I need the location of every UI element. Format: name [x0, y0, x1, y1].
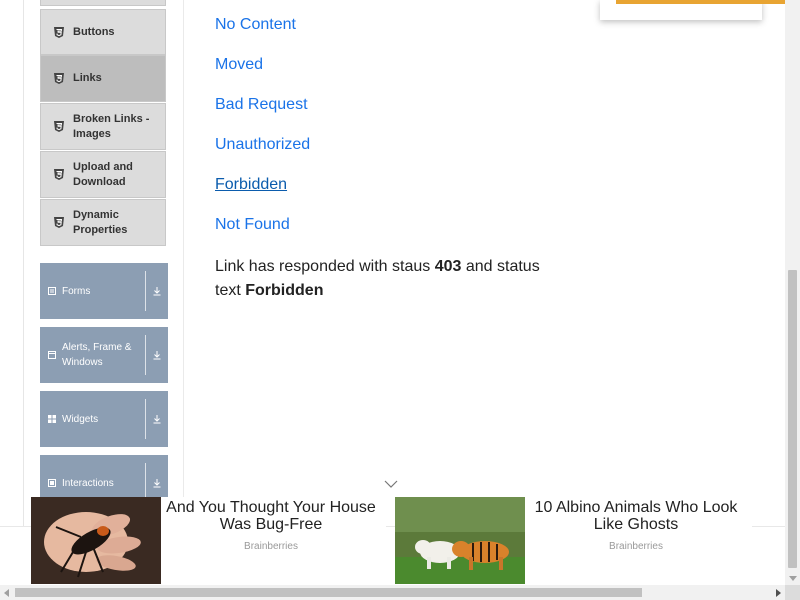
- sidebar-item-dynamic-properties[interactable]: Dynamic Properties: [40, 199, 166, 246]
- html5-icon: [54, 121, 64, 132]
- window-icon: [48, 351, 56, 359]
- scrollbar-thumb[interactable]: [788, 270, 797, 568]
- widgets-icon: [48, 415, 56, 423]
- chevron-down-icon[interactable]: [383, 479, 399, 489]
- form-icon: [48, 287, 56, 295]
- download-icon[interactable]: [146, 350, 168, 360]
- html5-icon: [54, 73, 64, 84]
- link-no-content[interactable]: No Content: [215, 16, 296, 34]
- response-code: 403: [434, 258, 462, 275]
- sidebar-item-label: Dynamic Properties: [73, 208, 128, 236]
- link-response-message: Link has responded with staus 403 and st…: [215, 255, 555, 303]
- sidebar-group-forms[interactable]: Forms: [40, 263, 168, 319]
- sidebar-item-broken-links[interactable]: Broken Links - Images: [40, 103, 166, 150]
- ad-source: Brainberries: [244, 541, 298, 552]
- ad-card[interactable]: And You Thought Your House Was Bug-Free …: [31, 497, 386, 584]
- sidebar-item-prev[interactable]: [40, 0, 166, 6]
- link-not-found[interactable]: Not Found: [215, 216, 290, 234]
- ad-title[interactable]: 10 Albino Animals Who Look Like Ghosts: [529, 499, 743, 533]
- sidebar-item-label: Broken Links - Images: [73, 112, 150, 140]
- response-prefix: Link has responded with staus: [215, 258, 431, 275]
- ad-card[interactable]: 10 Albino Animals Who Look Like Ghosts B…: [395, 497, 752, 584]
- sidebar-item-links[interactable]: Links: [40, 55, 166, 102]
- popup-accent-bar: [616, 0, 785, 4]
- scroll-left-arrow-icon[interactable]: [4, 589, 9, 597]
- ad-source: Brainberries: [609, 541, 663, 552]
- html5-icon: [54, 217, 64, 228]
- group-divider: [145, 271, 146, 311]
- sidebar-item-label: Links: [73, 72, 102, 84]
- sidebar-group-label: Forms: [62, 285, 91, 297]
- ad-image-bug[interactable]: [31, 497, 161, 584]
- link-moved[interactable]: Moved: [215, 56, 263, 74]
- group-divider: [145, 399, 146, 439]
- sidebar-item-upload-download[interactable]: Upload and Download: [40, 151, 166, 198]
- ad-title[interactable]: And You Thought Your House Was Bug-Free: [165, 499, 377, 533]
- sidebar-group-alerts[interactable]: Alerts, Frame & Windows: [40, 327, 168, 383]
- horizontal-scrollbar[interactable]: [0, 585, 785, 600]
- scroll-down-arrow-icon[interactable]: [789, 576, 797, 581]
- link-forbidden[interactable]: Forbidden: [215, 176, 287, 194]
- sidebar-item-label: Upload and Download: [73, 160, 133, 188]
- vertical-scrollbar[interactable]: [785, 0, 800, 585]
- sidebar-group-label: Alerts, Frame & Windows: [62, 342, 132, 368]
- download-icon[interactable]: [146, 286, 168, 296]
- scroll-right-arrow-icon[interactable]: [776, 589, 781, 597]
- link-unauthorized[interactable]: Unauthorized: [215, 136, 310, 154]
- sidebar: Buttons Links Broken Links - Images Uplo…: [24, 0, 184, 526]
- ad-image-animals[interactable]: [395, 497, 525, 584]
- popup-panel: [600, 0, 785, 20]
- sidebar-item-label: Buttons: [73, 25, 115, 38]
- sidebar-item-buttons[interactable]: Buttons: [40, 9, 166, 55]
- scrollbar-corner: [785, 585, 800, 600]
- html5-icon: [54, 26, 64, 38]
- interactions-icon: [48, 479, 56, 487]
- link-bad-request[interactable]: Bad Request: [215, 96, 308, 114]
- sidebar-group-label: Interactions: [62, 477, 114, 489]
- sidebar-group-widgets[interactable]: Widgets: [40, 391, 168, 447]
- scrollbar-thumb[interactable]: [15, 588, 642, 597]
- group-divider: [145, 335, 146, 375]
- html5-icon: [54, 169, 64, 180]
- response-status-text: Forbidden: [245, 282, 324, 299]
- sidebar-group-label: Widgets: [62, 413, 99, 425]
- download-icon[interactable]: [146, 478, 168, 488]
- download-icon[interactable]: [146, 414, 168, 424]
